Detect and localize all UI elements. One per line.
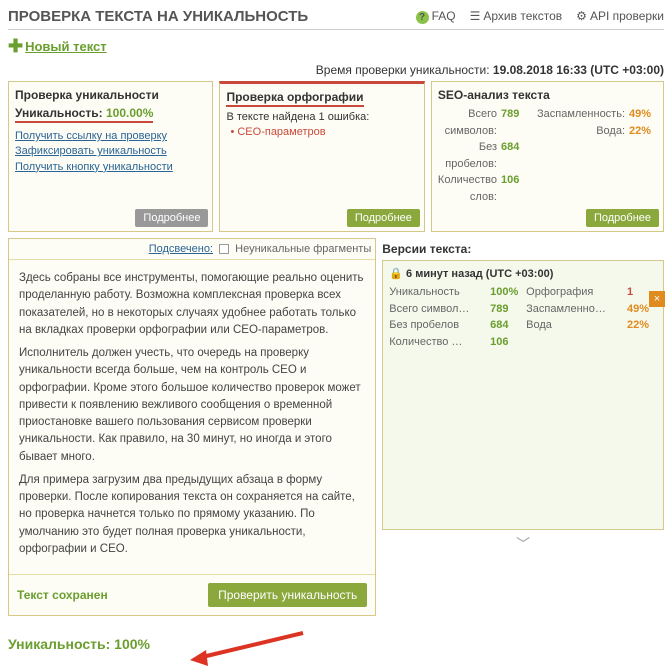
page-title: ПРОВЕРКА ТЕКСТА НА УНИКАЛЬНОСТЬ: [8, 8, 308, 25]
legend: Подсвечено: Неуникальные фрагменты: [9, 239, 375, 260]
faq-link[interactable]: ?FAQ: [416, 9, 456, 24]
version-card[interactable]: 🔒 6 минут назад (UTC +03:00) Уникальност…: [382, 260, 664, 530]
scroll-down-icon[interactable]: ﹀: [382, 530, 664, 558]
close-icon[interactable]: ×: [649, 291, 665, 307]
more-button-uniq[interactable]: Подробнее: [135, 209, 208, 227]
panel-spelling: Проверка орфографии В тексте найдена 1 о…: [219, 81, 424, 232]
archive-icon: ☰: [470, 9, 481, 23]
archive-link[interactable]: ☰Архив текстов: [470, 9, 563, 24]
get-button[interactable]: Получить кнопку уникальности: [15, 160, 206, 175]
footer-uniqueness: Уникальность: 100%: [8, 636, 664, 652]
legend-link[interactable]: Подсвечено:: [149, 243, 213, 255]
error-count: В тексте найдена 1 ошибка:: [226, 111, 417, 123]
api-link[interactable]: ⚙API проверки: [576, 9, 664, 24]
legend-square: [219, 244, 229, 254]
check-time: Время проверки уникальности: 19.08.2018 …: [8, 63, 664, 77]
versions-title: Версии текста:: [382, 238, 664, 260]
panel-title: SEO-анализ текста: [438, 88, 657, 102]
plus-icon: ✚: [8, 36, 23, 57]
panel-title: Проверка уникальности: [15, 88, 206, 102]
get-link[interactable]: Получить ссылку на проверку: [15, 129, 206, 144]
panel-uniqueness: Проверка уникальности Уникальность: 100.…: [8, 81, 213, 232]
check-uniqueness-button[interactable]: Проверить уникальность: [208, 583, 367, 607]
uniqueness-value: Уникальность: 100.00%: [15, 106, 153, 123]
header-links: ?FAQ ☰Архив текстов ⚙API проверки: [416, 9, 664, 24]
text-saved: Текст сохранен: [17, 588, 108, 602]
version-time: 🔒 6 минут назад (UTC +03:00): [389, 267, 657, 280]
text-panel: Подсвечено: Неуникальные фрагменты Здесь…: [8, 238, 376, 616]
error-item: • СЕО-параметров: [230, 126, 417, 138]
panel-seo: SEO-анализ текста Всего символов:789 Без…: [431, 81, 664, 232]
panel-title: Проверка орфографии: [226, 90, 363, 107]
help-icon: ?: [416, 11, 429, 24]
text-body: Здесь собраны все инструменты, помогающи…: [9, 260, 375, 574]
more-button-spell[interactable]: Подробнее: [347, 209, 420, 227]
more-button-seo[interactable]: Подробнее: [586, 209, 659, 227]
gear-icon: ⚙: [576, 9, 587, 23]
arrow-annotation: [188, 628, 308, 671]
new-text-link[interactable]: Новый текст: [25, 39, 107, 54]
fix-uniq[interactable]: Зафиксировать уникальность: [15, 144, 206, 159]
